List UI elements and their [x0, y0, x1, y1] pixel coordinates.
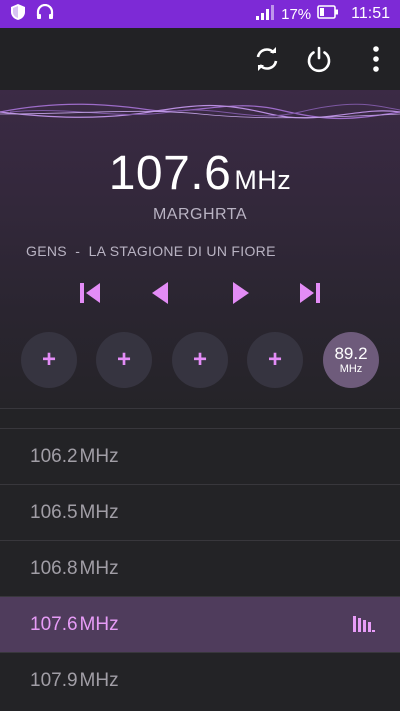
list-divider [0, 408, 400, 428]
battery-icon [317, 4, 339, 24]
shield-icon [10, 3, 26, 26]
station-unit: MHz [79, 557, 119, 579]
station-frequency: 106.5 [30, 501, 78, 523]
station-list: 106.2 MHz 106.5 MHz 106.8 MHz 107.6 MHz 107.… [0, 408, 400, 708]
seek-forward-icon[interactable] [224, 276, 258, 310]
station-frequency: 106.2 [30, 445, 78, 467]
skip-previous-icon[interactable] [73, 276, 107, 310]
seek-back-icon[interactable] [143, 276, 177, 310]
station-frequency: 107.6 [30, 613, 78, 635]
headset-icon [36, 3, 54, 25]
preset-value: 89.2 [334, 344, 368, 363]
battery-percent: 17% [281, 5, 312, 23]
clock: 11:51 [351, 5, 390, 22]
station-unit: MHz [79, 445, 119, 467]
station-row[interactable]: 106.5 MHz [0, 484, 400, 540]
refresh-icon[interactable] [250, 42, 284, 76]
add-preset-button[interactable]: + [96, 332, 152, 388]
station-row-active[interactable]: 107.6 MHz [0, 596, 400, 652]
signal-icon [255, 4, 275, 25]
add-preset-button[interactable]: + [172, 332, 228, 388]
station-frequency: 106.8 [30, 557, 78, 579]
station-row[interactable]: 106.8 MHz [0, 540, 400, 596]
more-vert-icon[interactable] [359, 42, 393, 76]
skip-next-icon[interactable] [293, 276, 327, 310]
now-playing-panel: 107.6 MHz MARGHRTA GENS - LA STAGIONE DI … [0, 90, 400, 408]
station-unit: MHz [79, 613, 119, 635]
toolbar [0, 28, 400, 90]
playback-controls [0, 276, 400, 310]
status-bar: 17% 11:51 [0, 0, 400, 28]
station-unit: MHz [79, 669, 119, 691]
current-frequency: 107.6 MHz [0, 146, 400, 201]
station-row[interactable]: 106.2 MHz [0, 428, 400, 484]
wave-decoration [0, 103, 400, 120]
preset-station-button[interactable]: 89.2 MHz [323, 332, 379, 388]
preset-row: + + + + 89.2 MHz [0, 332, 400, 388]
preset-unit: MHz [339, 363, 363, 375]
add-preset-button[interactable]: + [247, 332, 303, 388]
station-frequency: 107.9 [30, 669, 78, 691]
frequency-value: 107.6 [108, 147, 232, 200]
frequency-unit: MHz [234, 165, 292, 195]
station-row[interactable]: 107.9 MHz [0, 652, 400, 708]
power-icon[interactable] [302, 42, 336, 76]
station-name: MARGHRTA [152, 206, 248, 223]
song-title: GENS - LA STAGIONE DI UN FIORE [26, 243, 276, 259]
station-unit: MHz [79, 501, 119, 523]
equalizer-icon [352, 615, 376, 639]
add-preset-button[interactable]: + [21, 332, 77, 388]
